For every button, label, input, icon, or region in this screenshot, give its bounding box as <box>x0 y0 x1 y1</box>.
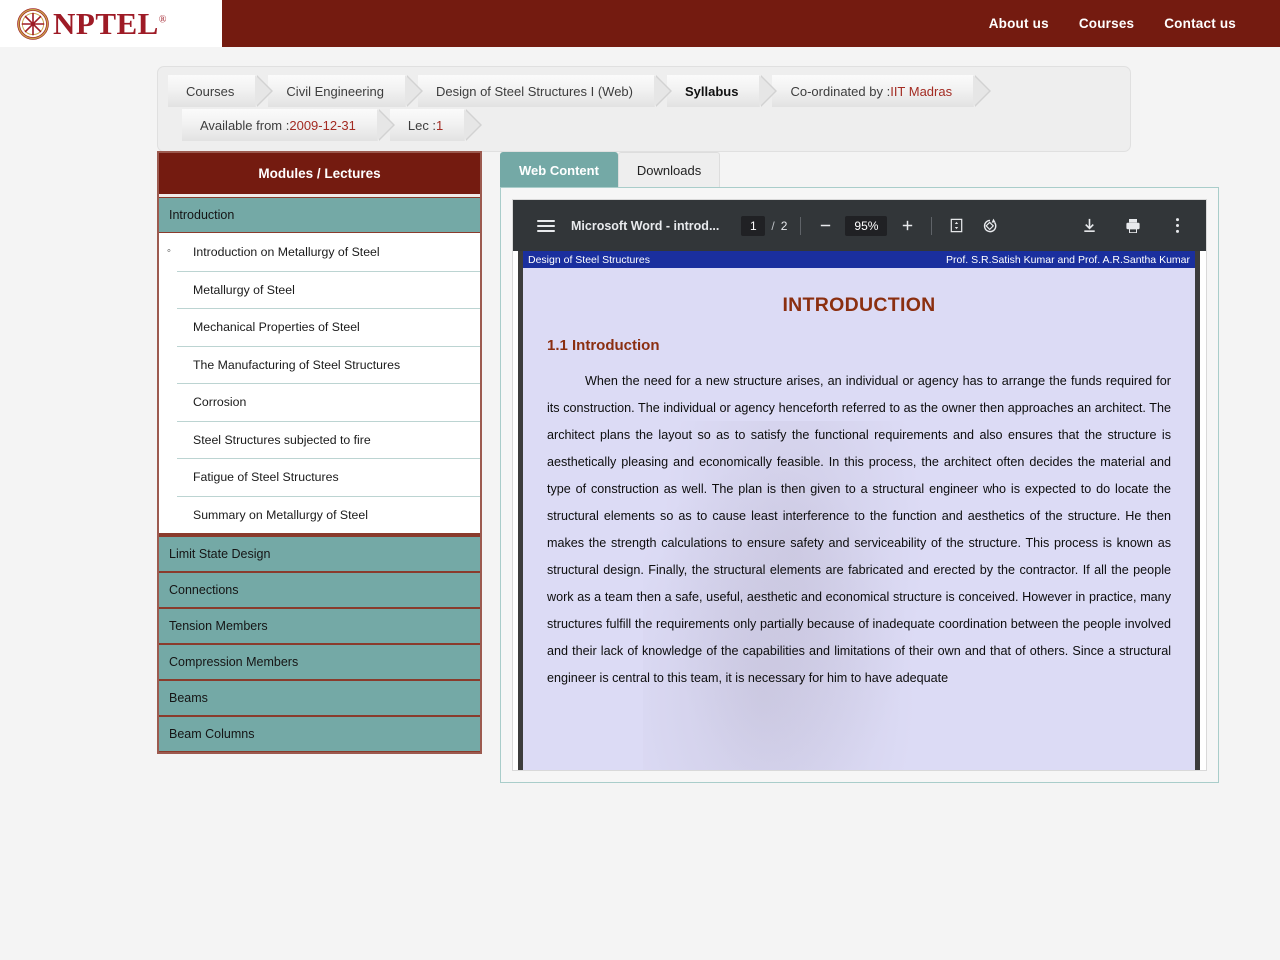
list-item[interactable]: Fatigue of Steel Structures <box>177 458 480 496</box>
sidebar-module-compression-members[interactable]: Compression Members <box>159 644 480 680</box>
zoom-out-icon[interactable] <box>814 215 836 237</box>
toolbar-divider <box>800 216 802 235</box>
content-tabs: Web Content Downloads <box>500 152 721 187</box>
coordinated-by-value[interactable]: IIT Madras <box>890 84 952 99</box>
sidebar-module-limit-state-design[interactable]: Limit State Design <box>159 536 480 572</box>
breadcrumb-item-coordinated-by: Co-ordinated by : IIT Madras <box>772 75 991 107</box>
tab-web-content[interactable]: Web Content <box>500 152 618 187</box>
registered-mark: ® <box>158 14 167 26</box>
sidebar-module-beams[interactable]: Beams <box>159 680 480 716</box>
site-header: NPTEL® About us Courses Contact us <box>0 0 1280 47</box>
document-header-left: Design of Steel Structures <box>528 253 650 266</box>
document-header-right: Prof. S.R.Satish Kumar and Prof. A.R.San… <box>946 253 1190 266</box>
toolbar-divider <box>931 216 933 235</box>
content-panel: Microsoft Word - introd... 1 / 2 95% Des… <box>500 187 1219 783</box>
breadcrumb-item-lecture-number: Lec :1 <box>389 109 483 141</box>
sidebar-lecture-list: ◦ Introduction on Metallurgy of Steel Me… <box>159 233 480 536</box>
document-running-header: Design of Steel Structures Prof. S.R.Sat… <box>523 251 1195 268</box>
page-total: 2 <box>780 218 788 233</box>
lecture-number-value: 1 <box>436 117 444 133</box>
lecture-label: Corrosion <box>193 395 247 410</box>
document-body: INTRODUCTION 1.1 Introduction When the n… <box>523 268 1195 692</box>
list-item[interactable]: Steel Structures subjected to fire <box>177 420 480 459</box>
document-paragraph: When the need for a new structure arises… <box>547 374 1171 685</box>
print-icon[interactable] <box>1122 215 1144 237</box>
coordinated-by-label: Co-ordinated by : <box>790 83 891 99</box>
more-options-icon[interactable] <box>1166 215 1188 237</box>
tab-downloads[interactable]: Downloads <box>617 152 721 187</box>
document-title: INTRODUCTION <box>782 294 936 316</box>
sidebar-module-connections[interactable]: Connections <box>159 572 480 608</box>
pdf-page: Design of Steel Structures Prof. S.R.Sat… <box>518 251 1200 770</box>
breadcrumb-item-available-from: Available from : 2009-12-31 <box>182 109 395 141</box>
list-item[interactable]: ◦ Introduction on Metallurgy of Steel <box>159 233 480 271</box>
sidebar-title: Modules / Lectures <box>159 153 480 197</box>
lecture-label: Fatigue of Steel Structures <box>193 470 339 485</box>
page-separator: / <box>771 218 775 233</box>
pdf-viewer: Microsoft Word - introd... 1 / 2 95% Des… <box>512 199 1207 771</box>
lecture-label: Steel Structures subjected to fire <box>193 432 371 447</box>
pdf-toolbar: Microsoft Word - introd... 1 / 2 95% <box>513 200 1206 251</box>
breadcrumb-item-course-name[interactable]: Design of Steel Structures I (Web) <box>417 75 673 107</box>
list-item[interactable]: Summary on Metallurgy of Steel <box>177 495 480 534</box>
available-from-value: 2009-12-31 <box>289 117 356 133</box>
pdf-toolbar-left: Microsoft Word - introd... 1 / 2 95% <box>525 215 1001 237</box>
breadcrumb-item-civil-engineering[interactable]: Civil Engineering <box>268 75 423 107</box>
list-item[interactable]: The Manufacturing of Steel Structures <box>177 345 480 384</box>
pdf-scroll-area[interactable]: Design of Steel Structures Prof. S.R.Sat… <box>513 251 1206 770</box>
lecture-label: Summary on Metallurgy of Steel <box>193 507 368 522</box>
download-icon[interactable] <box>1078 215 1100 237</box>
rotate-icon[interactable] <box>979 215 1001 237</box>
breadcrumb-row-secondary: Available from : 2009-12-31 Lec :1 <box>158 109 1130 141</box>
lecture-label: The Manufacturing of Steel Structures <box>193 357 401 372</box>
lecture-label: Metallurgy of Steel <box>193 282 295 297</box>
document-section-heading: 1.1 Introduction <box>547 337 660 354</box>
zoom-in-icon[interactable] <box>896 215 918 237</box>
list-item[interactable]: Mechanical Properties of Steel <box>177 308 480 346</box>
available-from-label: Available from : <box>200 117 290 133</box>
primary-nav: About us Courses Contact us <box>222 0 1280 47</box>
sidebar-module-beam-columns[interactable]: Beam Columns <box>159 716 480 752</box>
nptel-wheel-icon <box>16 7 50 41</box>
page-number-input[interactable]: 1 <box>741 215 766 236</box>
menu-icon[interactable] <box>537 219 555 232</box>
lecture-label: Introduction on Metallurgy of Steel <box>193 244 380 259</box>
selected-bullet-icon: ◦ <box>167 245 171 258</box>
lecture-label: Mechanical Properties of Steel <box>193 320 360 335</box>
nptel-wordmark: NPTEL® <box>53 6 167 41</box>
nav-item-contact-us[interactable]: Contact us <box>1164 16 1236 31</box>
breadcrumb: Courses Civil Engineering Design of Stee… <box>157 66 1131 152</box>
list-item[interactable]: Corrosion <box>177 383 480 421</box>
nptel-logo[interactable]: NPTEL® <box>0 0 222 47</box>
pdf-document-title: Microsoft Word - introd... <box>571 218 720 233</box>
breadcrumb-item-syllabus[interactable]: Syllabus <box>667 75 779 107</box>
sidebar-module-introduction[interactable]: Introduction <box>159 197 480 233</box>
nav-item-courses[interactable]: Courses <box>1079 16 1134 31</box>
modules-sidebar: Modules / Lectures Introduction ◦ Introd… <box>157 151 482 754</box>
pdf-toolbar-right <box>1078 215 1190 237</box>
list-item[interactable]: Metallurgy of Steel <box>177 270 480 309</box>
fit-page-icon[interactable] <box>945 215 967 237</box>
lecture-number-label: Lec : <box>407 117 437 133</box>
zoom-level-input[interactable]: 95% <box>845 215 888 236</box>
breadcrumb-row-primary: Courses Civil Engineering Design of Stee… <box>158 75 1130 107</box>
breadcrumb-item-courses[interactable]: Courses <box>168 75 274 107</box>
nav-item-about-us[interactable]: About us <box>989 16 1049 31</box>
sidebar-module-tension-members[interactable]: Tension Members <box>159 608 480 644</box>
